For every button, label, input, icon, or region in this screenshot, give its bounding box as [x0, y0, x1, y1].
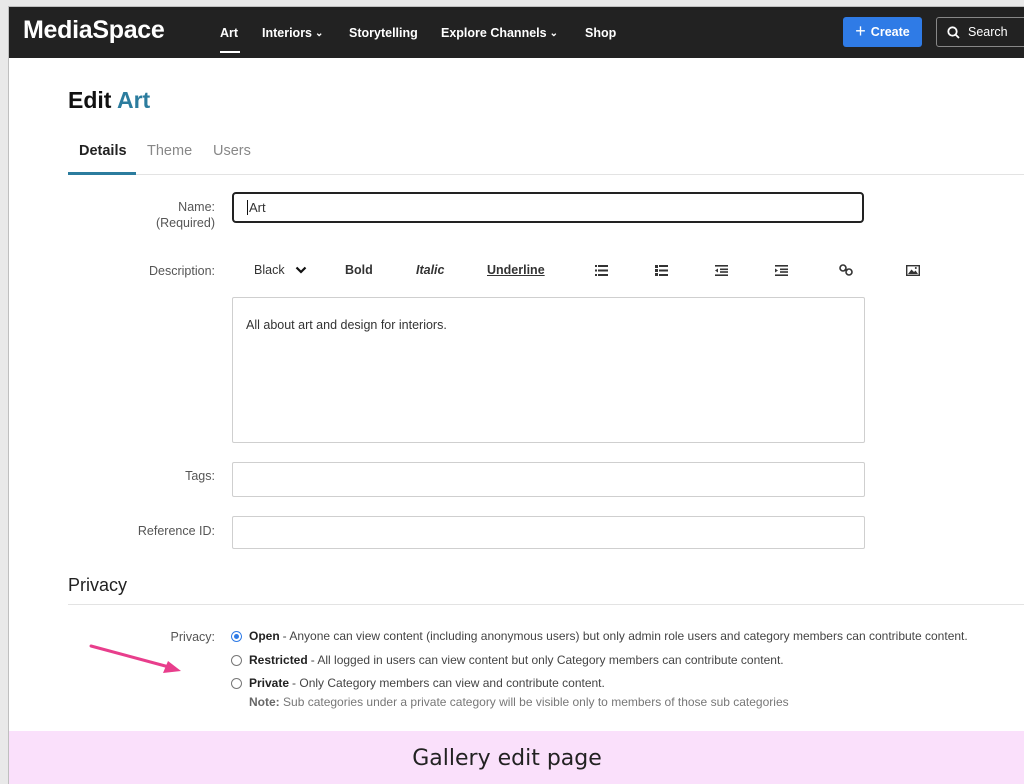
privacy-option-description: - All logged in users can view content b…	[310, 653, 784, 667]
privacy-option-open[interactable]: Open - Anyone can view content (includin…	[231, 629, 968, 643]
nav-item-label: Art	[220, 26, 239, 40]
radio-button-checked[interactable]	[231, 630, 242, 642]
privacy-section-title: Privacy	[68, 575, 128, 595]
text-color-value: Black	[254, 263, 285, 277]
tab-users[interactable]: Users	[213, 143, 251, 159]
active-tab-indicator	[68, 172, 136, 175]
image-icon	[906, 264, 920, 276]
bulleted-list-button[interactable]	[595, 259, 608, 281]
numbered-list-button[interactable]	[655, 259, 668, 281]
search-icon	[947, 25, 960, 39]
chevron-down-icon: ⌄	[549, 28, 558, 39]
privacy-note-label: Note:	[249, 695, 280, 709]
browser-frame: MediaSpace Art Interiors ⌄ Storytelling E…	[8, 6, 1024, 784]
tab-details[interactable]: Details	[79, 143, 127, 159]
italic-button[interactable]: Italic	[416, 259, 445, 281]
name-required-text: (Required)	[155, 216, 215, 230]
nav-item-storytelling[interactable]: Storytelling	[349, 26, 418, 40]
name-field[interactable]: Art	[232, 192, 864, 223]
privacy-section-divider	[68, 604, 1024, 605]
name-label-text: Name:	[178, 200, 215, 214]
tab-theme[interactable]: Theme	[147, 143, 192, 159]
link-icon	[839, 264, 853, 276]
caption-bar: Gallery edit page	[9, 731, 1024, 784]
caption-text: Gallery edit page	[412, 745, 602, 771]
plus-icon: +	[855, 21, 866, 41]
nav-item-label: Shop	[585, 26, 617, 40]
create-button[interactable]: + Create	[843, 17, 922, 47]
nav-item-label: Storytelling	[349, 26, 418, 40]
privacy-note: Note: Sub categories under a private cat…	[249, 695, 789, 709]
create-button-label: Create	[870, 25, 910, 39]
bulleted-list-icon	[595, 264, 608, 276]
annotation-arrow-icon	[89, 644, 181, 673]
nav-active-indicator	[220, 51, 240, 53]
search-placeholder: Search	[968, 25, 1008, 39]
page-title-category-name: Art	[117, 87, 151, 113]
page-title-prefix: Edit	[68, 87, 112, 113]
insert-link-button[interactable]	[839, 259, 853, 281]
indent-icon	[775, 264, 788, 276]
nav-item-art[interactable]: Art	[220, 26, 238, 40]
tabs-divider	[68, 174, 1024, 175]
indent-button[interactable]	[775, 259, 788, 281]
nav-item-interiors[interactable]: Interiors ⌄	[262, 26, 323, 40]
text-color-select[interactable]: Black	[254, 259, 307, 281]
nav-item-shop[interactable]: Shop	[585, 26, 616, 40]
privacy-note-text: Sub categories under a private category …	[283, 695, 789, 709]
radio-button[interactable]	[231, 654, 242, 666]
radio-button[interactable]	[231, 677, 242, 689]
chevron-down-icon: ⌄	[315, 28, 324, 39]
outdent-icon	[715, 264, 728, 276]
description-label: Description:	[149, 264, 215, 278]
description-textarea[interactable]: All about art and design for interiors.	[232, 297, 865, 443]
insert-image-button[interactable]	[906, 259, 920, 281]
privacy-option-name: Private	[249, 676, 290, 690]
brand-logo[interactable]: MediaSpace	[23, 16, 165, 45]
privacy-option-restricted[interactable]: Restricted - All logged in users can vie…	[231, 653, 784, 667]
name-label: Name: (Required)	[95, 199, 215, 231]
tags-label: Tags:	[185, 469, 215, 483]
privacy-option-description: - Only Category members can view and con…	[292, 676, 605, 690]
underline-button[interactable]: Underline	[487, 259, 545, 281]
nav-item-label: Explore Channels	[441, 26, 547, 40]
numbered-list-icon	[655, 264, 668, 276]
description-value: All about art and design for interiors.	[246, 318, 447, 332]
tags-field[interactable]	[232, 462, 865, 497]
text-caret	[247, 200, 248, 215]
privacy-option-name: Restricted	[249, 653, 308, 667]
reference-id-field[interactable]	[232, 516, 865, 549]
search-input[interactable]: Search	[936, 17, 1024, 47]
outdent-button[interactable]	[715, 259, 728, 281]
privacy-option-description: - Anyone can view content (including ano…	[282, 629, 968, 643]
privacy-option-name: Open	[249, 629, 280, 643]
chevron-down-icon	[295, 266, 306, 274]
nav-item-label: Interiors	[262, 26, 313, 40]
top-navigation-bar: MediaSpace Art Interiors ⌄ Storytelling E…	[9, 7, 1024, 58]
bold-button[interactable]: Bold	[345, 259, 373, 281]
page-title: Edit Art	[68, 87, 150, 114]
name-field-value: Art	[249, 200, 266, 215]
reference-id-label: Reference ID:	[137, 524, 215, 538]
privacy-option-private[interactable]: Private - Only Category members can view…	[231, 676, 605, 690]
nav-item-explore-channels[interactable]: Explore Channels ⌄	[441, 26, 558, 40]
